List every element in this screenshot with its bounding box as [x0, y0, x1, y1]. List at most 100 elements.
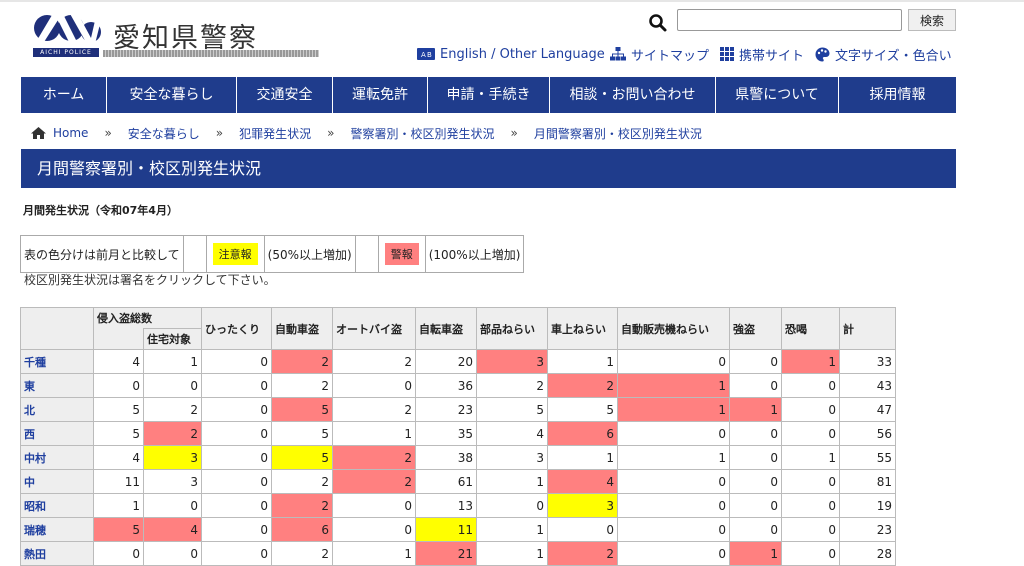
nav-home[interactable]: ホーム	[21, 77, 107, 113]
table-cell: 0	[332, 373, 416, 398]
breadcrumb-current[interactable]: 月間警察署別・校区別発生状況	[534, 125, 702, 142]
table-cell: 0	[332, 493, 416, 518]
nav-recruit[interactable]: 採用情報	[839, 77, 956, 113]
table-cell: 0	[476, 493, 548, 518]
table-header: 部品ねらい	[476, 307, 548, 350]
table-header: 計	[839, 307, 896, 350]
logo-decoration	[103, 50, 319, 57]
table-cell: 2	[271, 349, 333, 374]
table-cell: 2	[332, 349, 416, 374]
search-icon	[649, 14, 667, 32]
table-cell: 23	[415, 397, 477, 422]
station-link[interactable]: 千種	[20, 349, 94, 374]
table-cell: 2	[547, 373, 618, 398]
breadcrumb-crime[interactable]: 犯罪発生状況	[239, 125, 311, 142]
table-cell: 56	[839, 421, 896, 446]
nav-consultation[interactable]: 相談・お問い合わせ	[550, 77, 716, 113]
table-cell: 1	[729, 397, 782, 422]
table-header: 自動販売機ねらい	[617, 307, 730, 350]
search-button[interactable]: 検索	[908, 9, 956, 31]
table-cell: 0	[617, 421, 730, 446]
station-link[interactable]: 昭和	[20, 493, 94, 518]
instruction-note: 校区別発生状況は署名をクリックして下さい。	[24, 273, 276, 287]
utility-mobile-label: 携帯サイト	[739, 48, 805, 64]
table-row: 西 5 2 0 5 1 35 4 6 0 0 0 56	[20, 421, 896, 446]
palette-icon	[815, 47, 830, 61]
breadcrumb-safety[interactable]: 安全な暮らし	[128, 125, 200, 142]
table-body: 千種 4 1 0 2 2 20 3 1 0 0 1 33 東 0 0 0 2 0 36 2 2 1 0 0 43 北 5 2 0 5 2 23 5…	[20, 349, 896, 566]
table-cell: 0	[617, 517, 730, 542]
section-subheading: 月間発生状況（令和07年4月）	[23, 204, 178, 217]
table-cell: 47	[839, 397, 896, 422]
table-cell: 19	[839, 493, 896, 518]
table-header: 強盗	[729, 307, 782, 350]
table-cell: 0	[729, 373, 782, 398]
legend-caution-desc: (50%以上増加)	[263, 235, 356, 273]
table-cell: 5	[476, 397, 548, 422]
breadcrumb-station[interactable]: 警察署別・校区別発生状況	[351, 125, 495, 142]
table-cell: 4	[143, 517, 202, 542]
top-border	[0, 0, 1024, 2]
table-cell: 0	[201, 349, 272, 374]
color-legend: 表の色分けは前月と比較して 注意報 (50%以上増加) 警報 (100%以上増加…	[20, 235, 525, 273]
table-cell: 5	[547, 397, 618, 422]
table-cell: 0	[781, 517, 840, 542]
table-cell: 35	[415, 421, 477, 446]
table-cell: 13	[415, 493, 477, 518]
legend-caution-cell: 注意報	[205, 235, 265, 273]
police-logo-icon	[34, 10, 103, 44]
table-cell: 0	[729, 493, 782, 518]
table-cell: 0	[201, 493, 272, 518]
table-header: ひったくり	[201, 307, 272, 350]
station-link[interactable]: 中村	[20, 445, 94, 470]
table-cell: 2	[271, 541, 333, 566]
table-cell: 5	[271, 397, 333, 422]
nav-applications[interactable]: 申請・手続き	[428, 77, 550, 113]
utility-mobile-link[interactable]: 携帯サイト	[720, 45, 805, 64]
table-cell: 4	[93, 349, 144, 374]
nav-traffic[interactable]: 交通安全	[237, 77, 333, 113]
table-cell: 2	[271, 469, 333, 494]
nav-safety[interactable]: 安全な暮らし	[107, 77, 237, 113]
table-cell: 1	[547, 349, 618, 374]
table-cell: 3	[143, 445, 202, 470]
table-cell: 0	[781, 493, 840, 518]
nav-about[interactable]: 県警について	[716, 77, 839, 113]
station-link[interactable]: 熱田	[20, 541, 94, 566]
nav-license[interactable]: 運転免許	[333, 77, 428, 113]
search-input[interactable]	[677, 9, 902, 31]
crime-statistics-table: 侵入盗総数 ひったくり 自動車盗 オートバイ盗 自転車盗 部品ねらい 車上ねらい…	[20, 307, 896, 566]
table-cell: 1	[781, 445, 840, 470]
station-link[interactable]: 瑞穂	[20, 517, 94, 542]
table-row: 昭和 1 0 0 2 0 13 0 3 0 0 0 19	[20, 493, 896, 518]
table-cell: 0	[547, 517, 618, 542]
station-link[interactable]: 西	[20, 421, 94, 446]
table-header: 自転車盗	[415, 307, 477, 350]
site-logo[interactable]: 愛知県警察 AICHI POLICE	[33, 6, 323, 60]
station-link[interactable]: 中	[20, 469, 94, 494]
table-cell: 0	[332, 517, 416, 542]
table-cell: 2	[143, 421, 202, 446]
table-cell: 0	[143, 493, 202, 518]
utility-language-link[interactable]: A B English / Other Language	[417, 45, 605, 63]
table-cell: 3	[476, 349, 548, 374]
table-row: 中 11 3 0 2 2 61 1 4 0 0 0 81	[20, 469, 896, 494]
table-cell: 0	[781, 469, 840, 494]
utility-textsize-link[interactable]: 文字サイズ・色合い	[815, 45, 952, 64]
station-link[interactable]: 東	[20, 373, 94, 398]
table-cell: 5	[93, 517, 144, 542]
table-row: 瑞穂 5 4 0 6 0 11 1 0 0 0 0 23	[20, 517, 896, 542]
table-cell: 1	[476, 469, 548, 494]
table-row: 北 5 2 0 5 2 23 5 5 1 1 0 47	[20, 397, 896, 422]
table-row: 中村 4 3 0 5 2 38 3 1 1 0 1 55	[20, 445, 896, 470]
table-cell: 0	[143, 541, 202, 566]
station-link[interactable]: 北	[20, 397, 94, 422]
table-cell: 33	[839, 349, 896, 374]
breadcrumb-home[interactable]: Home	[53, 126, 88, 140]
utility-sitemap-link[interactable]: サイトマップ	[610, 45, 709, 64]
table-header: 恐喝	[781, 307, 840, 350]
table-header: オートバイ盗	[332, 307, 416, 350]
table-cell: 0	[781, 397, 840, 422]
table-cell: 1	[617, 397, 730, 422]
table-cell: 6	[547, 421, 618, 446]
